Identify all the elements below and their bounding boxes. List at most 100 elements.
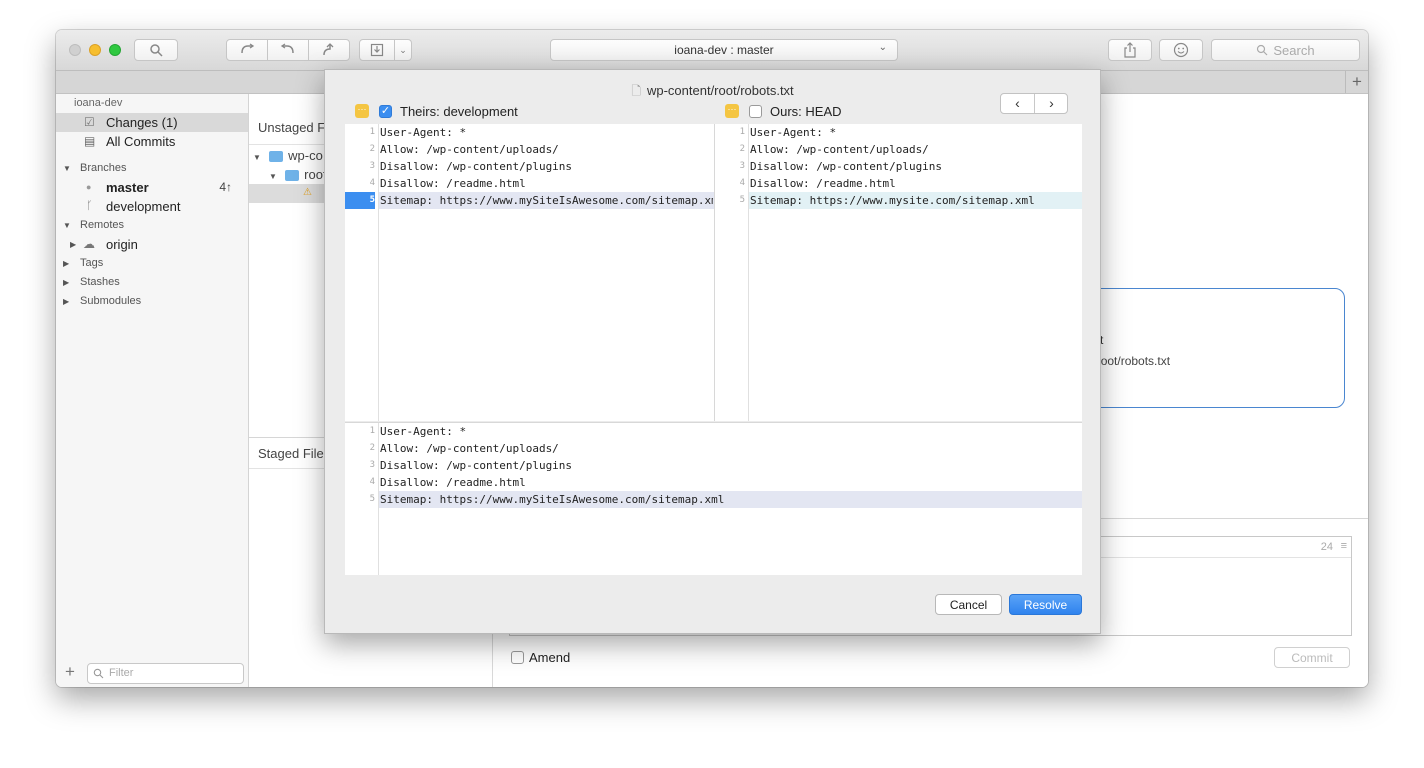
sidebar-section-remotes[interactable]: ▼ Remotes bbox=[56, 216, 248, 235]
share-icon bbox=[1124, 42, 1136, 58]
sidebar-item-development[interactable]: ᚴ development bbox=[56, 197, 248, 216]
pull-button[interactable] bbox=[267, 39, 309, 61]
document-icon: 🗋 bbox=[631, 84, 641, 98]
commit-button[interactable]: Commit bbox=[1274, 647, 1350, 668]
line-number: 2 bbox=[369, 144, 375, 154]
pull-icon bbox=[280, 43, 294, 54]
code-line: User-Agent: * bbox=[380, 425, 467, 438]
sidebar-section-tags[interactable]: ▶ Tags bbox=[56, 254, 248, 273]
line-number: 4 bbox=[739, 178, 745, 188]
line-number: 4 bbox=[369, 178, 375, 188]
theirs-checkbox[interactable]: ✓ bbox=[379, 105, 392, 118]
stash-menu-button[interactable]: ⌄ bbox=[394, 39, 412, 61]
line-number: 1 bbox=[369, 127, 375, 137]
sidebar-section-stashes[interactable]: ▶ Stashes bbox=[56, 273, 248, 292]
sidebar-section-submodules[interactable]: ▶ Submodules bbox=[56, 292, 248, 311]
share-button[interactable] bbox=[1108, 39, 1152, 61]
dialog-title: 🗋 wp-content/root/robots.txt bbox=[325, 82, 1100, 103]
smiley-icon bbox=[1173, 42, 1189, 58]
ours-label: Ours: HEAD bbox=[770, 104, 842, 119]
code-line: Disallow: /readme.html bbox=[380, 476, 526, 489]
ours-checkbox[interactable] bbox=[749, 105, 762, 118]
search-toolbar-button[interactable] bbox=[134, 39, 178, 61]
sidebar-item-origin[interactable]: ▶ ☁ origin bbox=[56, 235, 248, 254]
disclosure-closed-icon: ▶ bbox=[63, 278, 70, 287]
conflict-resolution-dialog: 🗋 wp-content/root/robots.txt ··· ✓ Theirs… bbox=[324, 69, 1101, 634]
line-number: 1 bbox=[369, 426, 375, 436]
previous-conflict-button[interactable]: ‹ bbox=[1001, 94, 1035, 113]
close-window-button[interactable] bbox=[69, 44, 81, 56]
toolbar: ⌄ ioana-dev : master ⌄ Search bbox=[56, 30, 1368, 71]
smiley-button[interactable] bbox=[1159, 39, 1203, 61]
filter-placeholder: Filter bbox=[109, 667, 134, 679]
line-number: 3 bbox=[369, 161, 375, 171]
commit-button-label: Commit bbox=[1291, 650, 1333, 665]
disclosure-closed-icon: ▶ bbox=[63, 259, 70, 268]
section-label: Branches bbox=[80, 162, 127, 174]
section-label: Submodules bbox=[80, 295, 142, 307]
amend-label: Amend bbox=[529, 650, 571, 665]
sidebar-item-master[interactable]: ● master 4↑ bbox=[56, 178, 248, 197]
disclosure-open-icon: ▼ bbox=[63, 164, 71, 173]
line-number: 2 bbox=[369, 443, 375, 453]
theirs-label: Theirs: development bbox=[400, 104, 518, 119]
search-icon bbox=[93, 668, 104, 679]
line-number: 3 bbox=[739, 161, 745, 171]
stash-button[interactable] bbox=[359, 39, 395, 61]
file-path-label: wp-content/root/robots.txt bbox=[646, 83, 794, 98]
add-tab-button[interactable]: + bbox=[1345, 71, 1368, 93]
repo-branch-selector[interactable]: ioana-dev : master ⌄ bbox=[550, 39, 898, 61]
disclosure-open-icon: ▼ bbox=[253, 153, 261, 162]
next-conflict-button[interactable]: › bbox=[1035, 94, 1068, 113]
remote-label: origin bbox=[106, 237, 138, 252]
cancel-button[interactable]: Cancel bbox=[935, 594, 1002, 615]
section-label: Tags bbox=[80, 257, 104, 269]
code-line: Disallow: /wp-content/plugins bbox=[380, 160, 573, 173]
code-line: Allow: /wp-content/uploads/ bbox=[380, 143, 559, 156]
code-line: Sitemap: https://www.mysite.com/sitemap.… bbox=[750, 194, 1035, 207]
zoom-window-button[interactable] bbox=[109, 44, 121, 56]
search-icon bbox=[150, 44, 163, 57]
current-branch-dot-icon: ● bbox=[86, 182, 92, 192]
line-number: 5 bbox=[369, 195, 375, 205]
search-placeholder: Search bbox=[1273, 42, 1315, 58]
stash-icon bbox=[370, 43, 384, 57]
disclosure-open-icon: ▼ bbox=[63, 221, 71, 230]
warning-icon: ⚠ bbox=[303, 187, 312, 198]
sidebar-item-all-commits[interactable]: ▤ All Commits bbox=[56, 132, 248, 151]
resolve-button[interactable]: Resolve bbox=[1009, 594, 1082, 615]
ours-pane[interactable]: 1 2 3 4 5 User-Agent: * Allow: /wp-conte… bbox=[715, 124, 1082, 421]
code-line: Allow: /wp-content/uploads/ bbox=[380, 442, 559, 455]
cancel-button-label: Cancel bbox=[949, 597, 988, 612]
chevron-left-icon: ‹ bbox=[1015, 95, 1020, 111]
repo-name: ioana-dev bbox=[74, 97, 123, 109]
merge-result-pane[interactable]: 1 2 3 4 5 User-Agent: * Allow: /wp-conte… bbox=[345, 422, 1082, 575]
chevron-down-icon: ⌄ bbox=[399, 44, 407, 55]
push-button[interactable] bbox=[308, 39, 350, 61]
push-icon bbox=[323, 43, 334, 56]
minimize-window-button[interactable] bbox=[89, 44, 101, 56]
line-number: 5 bbox=[369, 494, 375, 504]
staged-files-title: Staged File bbox=[258, 446, 324, 461]
sidebar-section-branches[interactable]: ▼ Branches bbox=[56, 159, 248, 178]
branch-icon: ᚴ bbox=[86, 200, 93, 212]
add-button[interactable]: + bbox=[65, 662, 75, 682]
code-line: Disallow: /wp-content/plugins bbox=[750, 160, 943, 173]
amend-checkbox[interactable] bbox=[511, 651, 524, 664]
sidebar: ioana-dev ☑ Changes (1) ▤ All Commits ▼ … bbox=[56, 94, 249, 687]
repo-branch-label: ioana-dev : master bbox=[674, 43, 774, 57]
sidebar-item-changes[interactable]: ☑ Changes (1) bbox=[56, 113, 248, 132]
filter-input[interactable]: Filter bbox=[87, 663, 244, 684]
line-number: 3 bbox=[369, 460, 375, 470]
folder-icon bbox=[284, 170, 299, 182]
search-icon bbox=[1257, 44, 1268, 56]
resolve-button-label: Resolve bbox=[1023, 597, 1068, 612]
line-number: 1 bbox=[739, 127, 745, 137]
theirs-pane[interactable]: 1 2 3 4 5 User-Agent: * Allow: /wp-conte… bbox=[345, 124, 714, 421]
branch-label: development bbox=[106, 199, 181, 214]
fetch-button[interactable] bbox=[226, 39, 268, 61]
search-field[interactable]: Search bbox=[1211, 39, 1360, 61]
conflict-marker-icon: ··· bbox=[355, 104, 369, 118]
code-line: User-Agent: * bbox=[750, 126, 837, 139]
changes-icon: ☑ bbox=[84, 115, 95, 129]
